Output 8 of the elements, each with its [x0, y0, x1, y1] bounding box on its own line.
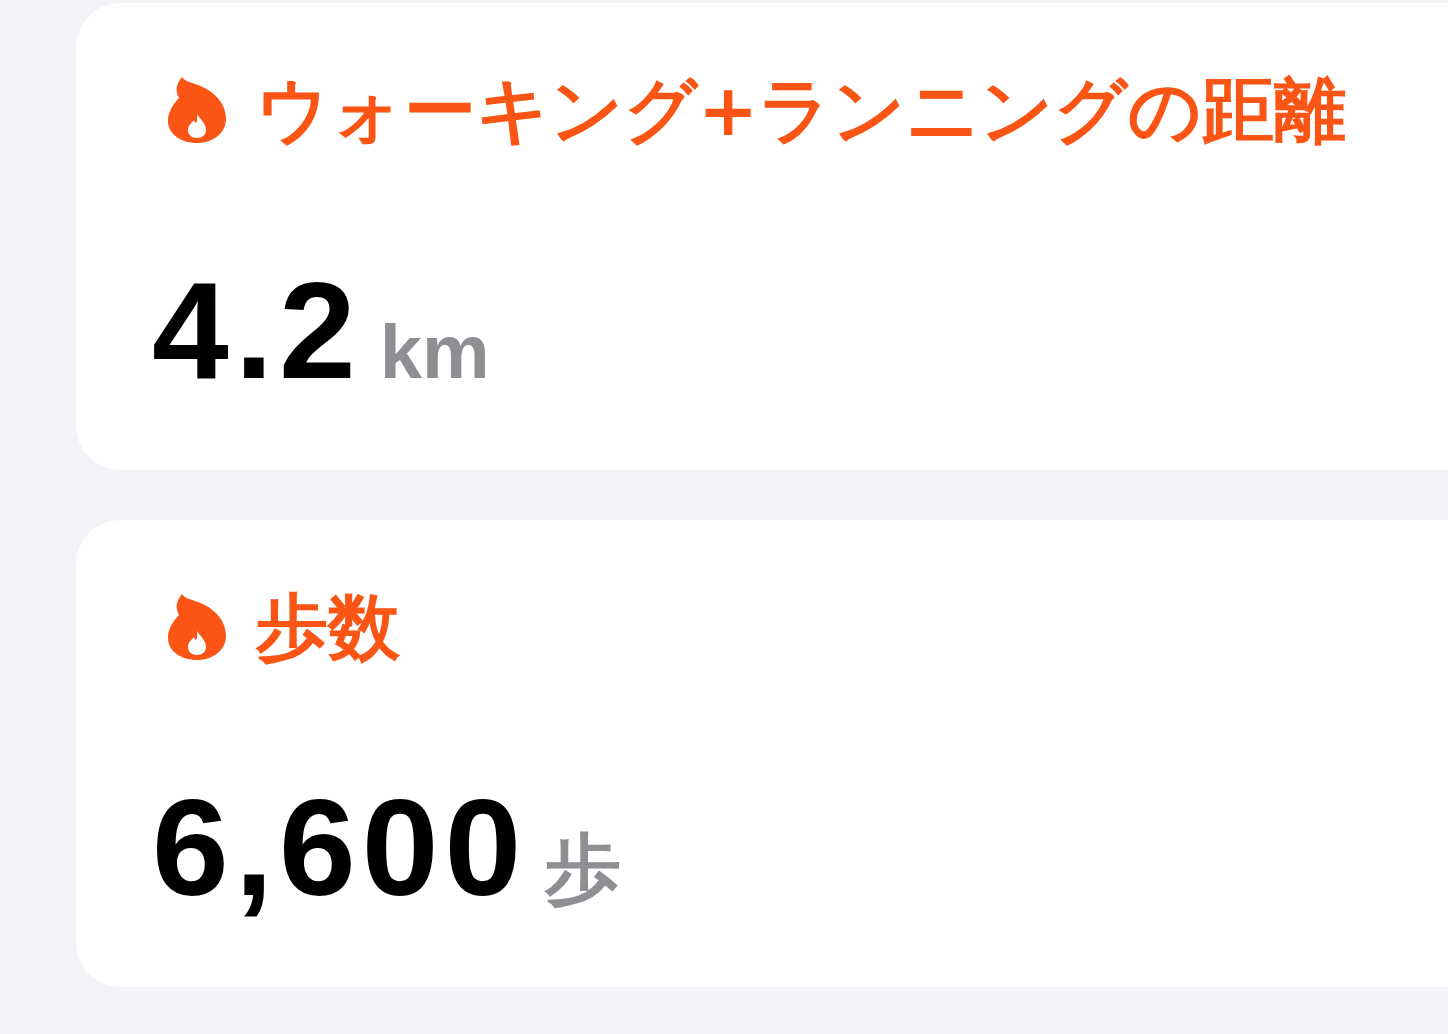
metric-unit: 歩: [545, 831, 622, 907]
metric-title: ウォーキング+ランニングの距離: [256, 74, 1347, 146]
metric-title: 歩数: [256, 591, 400, 663]
flame-icon: [168, 594, 226, 660]
metric-value: 6,600: [152, 778, 528, 916]
metric-value: 4.2: [152, 261, 362, 399]
flame-icon: [168, 77, 226, 143]
metric-unit: km: [379, 314, 490, 390]
